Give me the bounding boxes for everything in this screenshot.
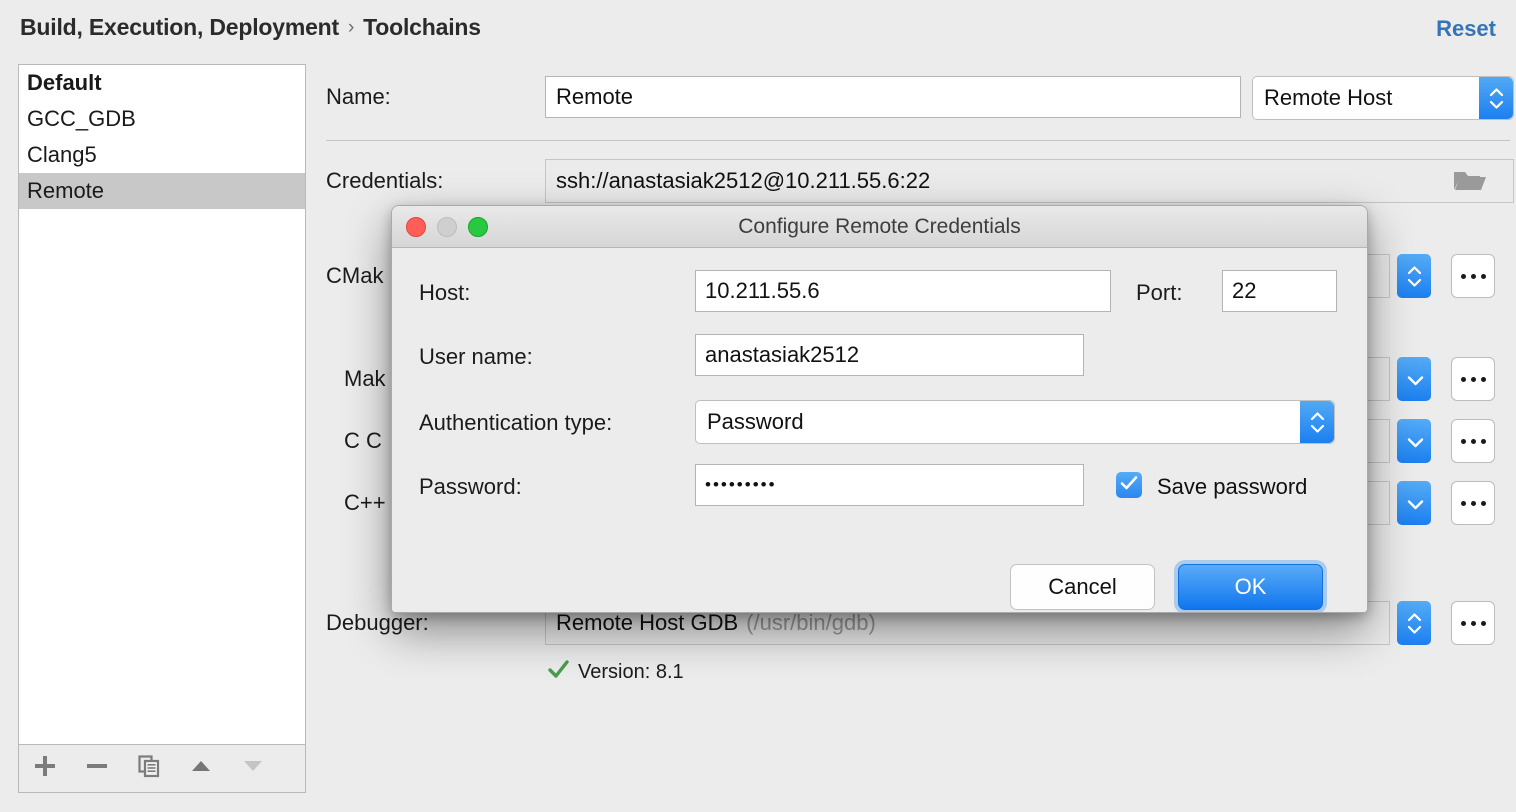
- debugger-stepper[interactable]: [1397, 601, 1431, 645]
- dialog-title: Configure Remote Credentials: [738, 214, 1021, 238]
- copy-icon: [136, 753, 162, 784]
- settings-window: Build, Execution, Deployment › Toolchains …: [0, 0, 1516, 812]
- make-dropdown[interactable]: [1397, 357, 1431, 401]
- debugger-browse-button[interactable]: [1451, 601, 1495, 645]
- breadcrumb-leaf: Toolchains: [363, 14, 481, 40]
- dot-icon: [1460, 273, 1466, 279]
- toolchain-type-value: Remote Host: [1264, 85, 1393, 110]
- maximize-window-button[interactable]: [468, 216, 488, 237]
- cmake-browse-button[interactable]: [1451, 254, 1495, 298]
- password-label: Password:: [419, 474, 522, 499]
- arrow-down-icon: [240, 753, 266, 784]
- dialog-titlebar[interactable]: Configure Remote Credentials: [392, 206, 1367, 248]
- chevron-up-down-icon: [1479, 77, 1513, 119]
- list-item[interactable]: Clang5: [19, 137, 305, 173]
- dot-icon: [1470, 273, 1476, 279]
- copy-toolchain-button[interactable]: [123, 746, 175, 792]
- dot-icon: [1480, 438, 1486, 444]
- add-toolchain-button[interactable]: [19, 746, 71, 792]
- list-item[interactable]: Remote: [19, 173, 305, 209]
- dot-icon: [1470, 438, 1476, 444]
- cxx-compiler-dropdown[interactable]: [1397, 481, 1431, 525]
- host-input[interactable]: 10.211.55.6: [695, 270, 1111, 312]
- version-text: Version: 8.1: [578, 661, 684, 683]
- password-masked-value: •••••••••: [705, 475, 777, 494]
- dot-icon: [1480, 273, 1486, 279]
- host-label: Host:: [419, 280, 471, 305]
- debugger-version-status: Version: 8.1: [548, 660, 684, 685]
- minimize-window-button[interactable]: [437, 216, 457, 237]
- list-item[interactable]: Default: [19, 65, 305, 101]
- cmake-label: CMak: [326, 263, 384, 288]
- debugger-value: Remote Host GDB: [556, 610, 739, 635]
- make-label: Mak: [344, 366, 386, 391]
- ok-button[interactable]: OK: [1178, 564, 1323, 610]
- dot-icon: [1480, 500, 1486, 506]
- name-input[interactable]: Remote: [545, 76, 1241, 118]
- dot-icon: [1460, 438, 1466, 444]
- check-icon: [548, 660, 569, 685]
- debugger-path: (/usr/bin/gdb): [746, 610, 876, 635]
- move-down-button[interactable]: [227, 746, 279, 792]
- window-controls: [406, 206, 488, 247]
- minus-icon: [84, 753, 110, 784]
- auth-type-combo[interactable]: Password: [695, 400, 1335, 444]
- credentials-value: ssh://anastasiak2512@10.211.55.6:22: [556, 168, 931, 193]
- breadcrumb-root[interactable]: Build, Execution, Deployment: [20, 14, 339, 40]
- cxx-compiler-label: C++: [344, 490, 386, 515]
- toolchain-type-combo[interactable]: Remote Host: [1252, 76, 1514, 120]
- dot-icon: [1460, 620, 1466, 626]
- folder-icon[interactable]: [1453, 168, 1487, 199]
- form-divider: [326, 140, 1510, 141]
- move-up-button[interactable]: [175, 746, 227, 792]
- dot-icon: [1460, 500, 1466, 506]
- auth-type-value: Password: [707, 409, 804, 434]
- list-item[interactable]: GCC_GDB: [19, 101, 305, 137]
- port-label: Port:: [1136, 280, 1183, 305]
- cancel-button[interactable]: Cancel: [1010, 564, 1155, 610]
- name-label: Name:: [326, 84, 391, 109]
- breadcrumb-separator-icon: ›: [348, 17, 355, 38]
- dot-icon: [1470, 500, 1476, 506]
- cmake-stepper[interactable]: [1397, 254, 1431, 298]
- dot-icon: [1470, 376, 1476, 382]
- make-browse-button[interactable]: [1451, 357, 1495, 401]
- reset-link[interactable]: Reset: [1436, 16, 1496, 42]
- toolchain-list-toolbar: [18, 745, 306, 793]
- cxx-compiler-browse-button[interactable]: [1451, 481, 1495, 525]
- close-window-button[interactable]: [406, 216, 426, 237]
- c-compiler-browse-button[interactable]: [1451, 419, 1495, 463]
- c-compiler-dropdown[interactable]: [1397, 419, 1431, 463]
- debugger-label: Debugger:: [326, 610, 429, 635]
- check-icon: [1120, 475, 1138, 496]
- arrow-up-icon: [188, 753, 214, 784]
- c-compiler-label: C C: [344, 428, 382, 453]
- auth-type-label: Authentication type:: [419, 410, 613, 435]
- toolchain-list[interactable]: Default GCC_GDB Clang5 Remote: [18, 64, 306, 745]
- plus-icon: [32, 753, 58, 784]
- dialog-body: Host: 10.211.55.6 Port: 22 User name: an…: [392, 248, 1367, 612]
- password-input[interactable]: •••••••••: [695, 464, 1084, 506]
- dot-icon: [1460, 376, 1466, 382]
- save-password-label[interactable]: Save password: [1157, 474, 1307, 500]
- credentials-field[interactable]: ssh://anastasiak2512@10.211.55.6:22: [545, 159, 1514, 203]
- configure-remote-credentials-dialog: Configure Remote Credentials Host: 10.21…: [391, 205, 1368, 613]
- chevron-up-down-icon: [1300, 401, 1334, 443]
- dot-icon: [1470, 620, 1476, 626]
- remove-toolchain-button[interactable]: [71, 746, 123, 792]
- port-input[interactable]: 22: [1222, 270, 1337, 312]
- credentials-label: Credentials:: [326, 168, 444, 193]
- dot-icon: [1480, 376, 1486, 382]
- username-input[interactable]: anastasiak2512: [695, 334, 1084, 376]
- dot-icon: [1480, 620, 1486, 626]
- breadcrumb: Build, Execution, Deployment › Toolchains: [20, 14, 481, 41]
- save-password-checkbox[interactable]: [1116, 472, 1142, 498]
- username-label: User name:: [419, 344, 533, 369]
